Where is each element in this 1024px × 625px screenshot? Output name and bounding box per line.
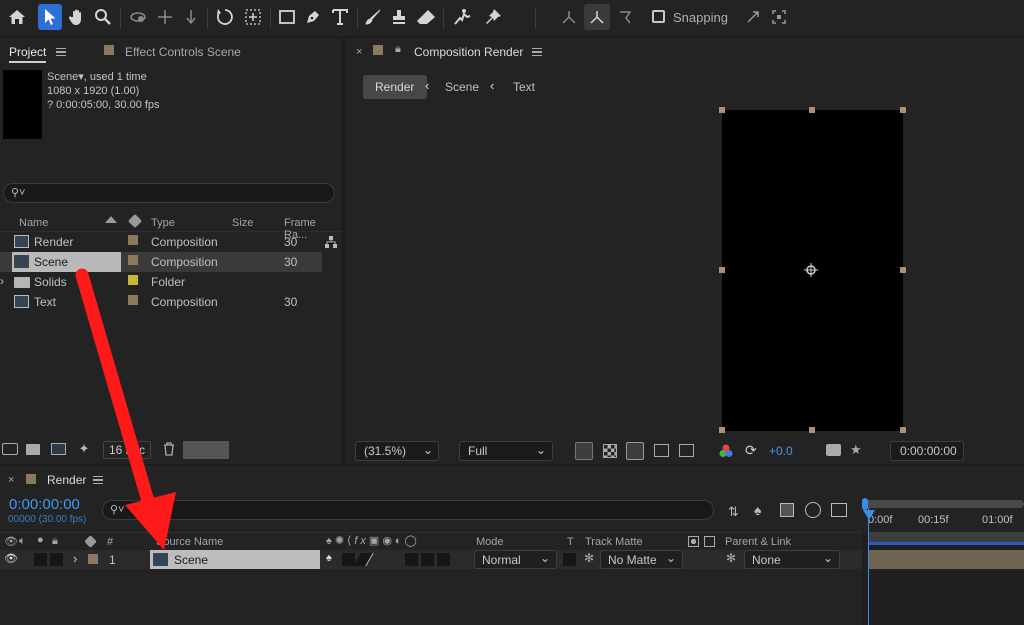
annotation-arrow: [75, 268, 176, 550]
